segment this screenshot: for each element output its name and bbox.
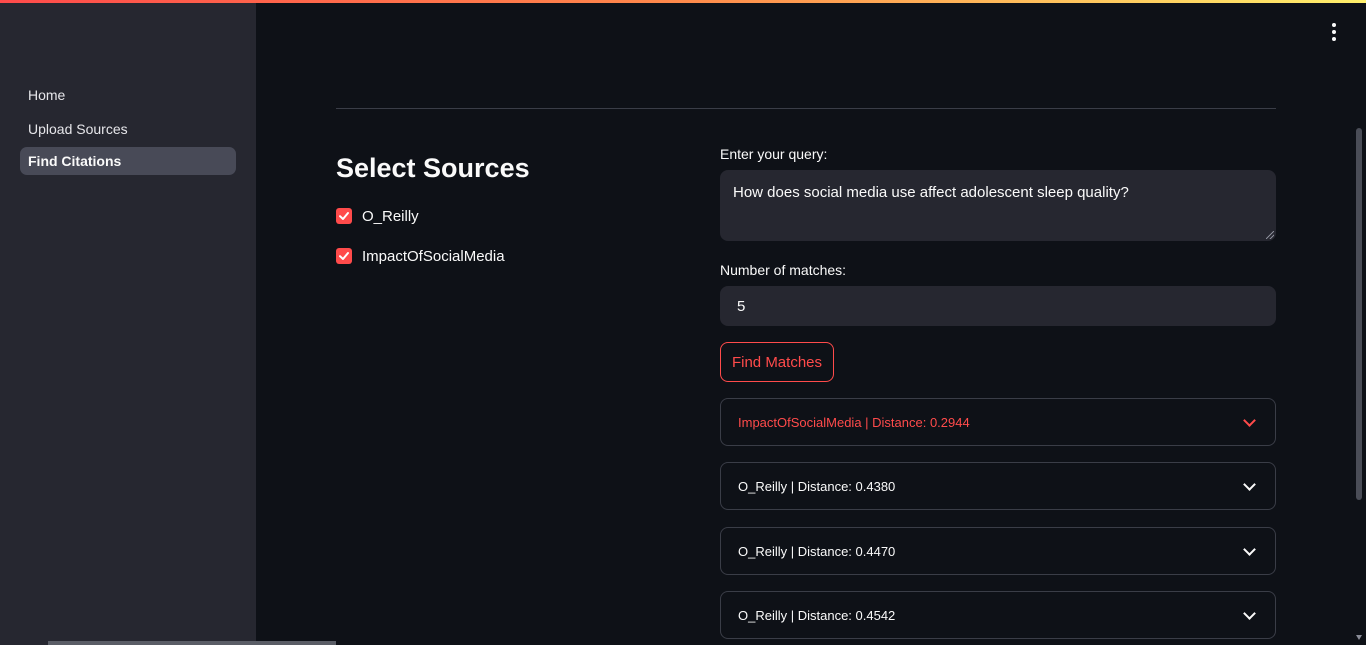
result-expander[interactable]: O_Reilly | Distance: 0.4470 xyxy=(720,527,1276,575)
matches-label: Number of matches: xyxy=(720,262,847,278)
checkbox-label: O_Reilly xyxy=(362,207,419,225)
result-label: O_Reilly | Distance: 0.4542 xyxy=(738,607,896,623)
checkmark-icon xyxy=(339,252,349,260)
query-label: Enter your query: xyxy=(720,146,828,162)
sidebar: Home Upload Sources Find Citations xyxy=(0,3,256,645)
result-expander[interactable]: O_Reilly | Distance: 0.4380 xyxy=(720,462,1276,510)
divider xyxy=(336,108,1276,109)
scroll-down-arrow-icon[interactable] xyxy=(1356,635,1362,640)
main-menu-button[interactable] xyxy=(1324,20,1344,44)
source-checkbox-impactofsocialmedia[interactable]: ImpactOfSocialMedia xyxy=(336,245,505,267)
chevron-down-icon xyxy=(1243,477,1256,491)
checkbox[interactable] xyxy=(336,248,352,264)
result-expander[interactable]: O_Reilly | Distance: 0.4542 xyxy=(720,591,1276,639)
sidebar-item-find-citations[interactable]: Find Citations xyxy=(20,147,236,175)
checkbox-label: ImpactOfSocialMedia xyxy=(362,247,505,265)
sidebar-item-label: Find Citations xyxy=(28,153,122,169)
checkmark-icon xyxy=(339,212,349,220)
matches-value: 5 xyxy=(737,297,746,315)
sidebar-item-label: Home xyxy=(28,87,66,103)
sidebar-item-home[interactable]: Home xyxy=(20,81,236,109)
sidebar-item-label: Upload Sources xyxy=(28,121,128,137)
query-textarea[interactable]: How does social media use affect adolesc… xyxy=(720,170,1276,241)
result-label: ImpactOfSocialMedia | Distance: 0.2944 xyxy=(738,414,970,430)
find-matches-button[interactable]: Find Matches xyxy=(720,342,834,382)
result-label: O_Reilly | Distance: 0.4470 xyxy=(738,543,896,559)
sidebar-item-upload-sources[interactable]: Upload Sources xyxy=(20,115,236,143)
source-checkbox-oreilly[interactable]: O_Reilly xyxy=(336,205,419,227)
horizontal-scrollbar[interactable] xyxy=(48,641,336,645)
result-expander[interactable]: ImpactOfSocialMedia | Distance: 0.2944 xyxy=(720,398,1276,446)
resize-handle[interactable] xyxy=(1266,231,1274,239)
chevron-down-icon xyxy=(1243,606,1256,620)
chevron-down-icon xyxy=(1243,542,1256,556)
result-label: O_Reilly | Distance: 0.4380 xyxy=(738,478,896,494)
matches-number-input[interactable]: 5 xyxy=(720,286,1276,326)
vertical-ellipsis-icon xyxy=(1332,23,1336,27)
query-value: How does social media use affect adolesc… xyxy=(733,184,1129,201)
checkbox[interactable] xyxy=(336,208,352,224)
scrollbar[interactable] xyxy=(1356,128,1362,500)
chevron-down-icon xyxy=(1243,413,1256,427)
page-title: Select Sources xyxy=(336,153,530,183)
